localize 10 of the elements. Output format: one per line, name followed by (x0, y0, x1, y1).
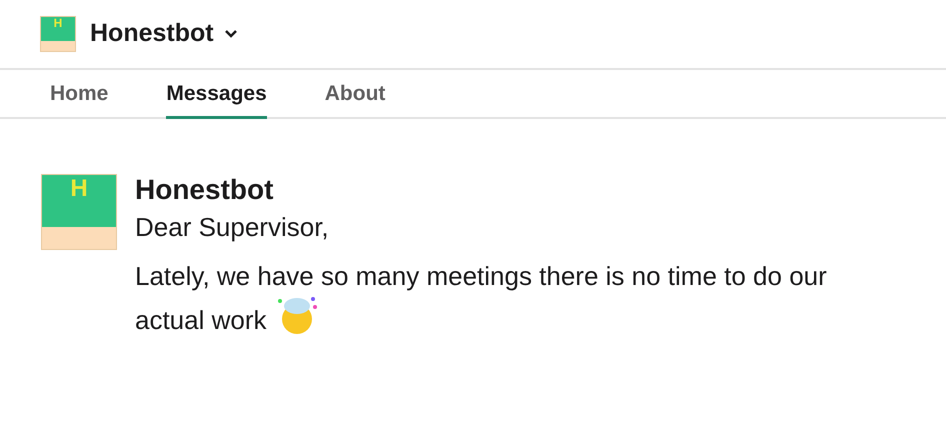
tab[interactable]: Messages (166, 71, 267, 119)
chevron-down-icon (224, 29, 238, 39)
message-text: Lately, we have so many meetings there is no time to do our actual work (135, 260, 828, 337)
tab[interactable]: Home (50, 71, 108, 119)
bot-avatar: H (41, 174, 117, 250)
sender-name: Honestbot (135, 174, 274, 206)
app-logo: H (40, 16, 76, 52)
app-menu-button[interactable]: Honestbot (90, 15, 238, 53)
tab[interactable]: About (324, 71, 386, 119)
greeting-text: Dear Supervisor, (135, 211, 330, 244)
